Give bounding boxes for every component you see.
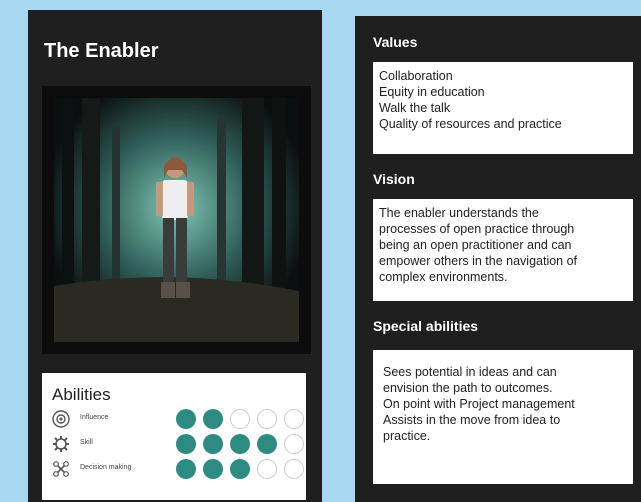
level-dot-filled	[203, 434, 223, 454]
vision-box: The enabler understands the processes of…	[373, 199, 633, 301]
special-line: Assists in the move from idea to	[383, 413, 561, 427]
vision-heading: Vision	[373, 171, 415, 187]
character-card: The Enabler Abilities Influence Skill De…	[28, 10, 322, 502]
level-dot-filled	[176, 459, 196, 479]
vision-line: empower others in the navigation of	[379, 254, 578, 268]
special-abilities-heading: Special abilities	[373, 318, 479, 334]
level-dot-filled	[257, 434, 277, 454]
level-dot-filled	[176, 434, 196, 454]
skill-icon	[52, 435, 70, 453]
level-dot-empty	[257, 459, 277, 479]
card-title: The Enabler	[44, 40, 159, 62]
ability-label: Decision making	[80, 464, 132, 471]
ability-label: Skill	[80, 439, 93, 446]
values-line: Walk the talk	[379, 101, 451, 115]
level-dot-empty	[230, 409, 250, 429]
influence-icon	[52, 410, 70, 428]
ability-level-rating	[176, 434, 304, 454]
ability-row-influence: Influence	[52, 409, 304, 431]
level-dot-empty	[257, 409, 277, 429]
ability-row-skill: Skill	[52, 434, 304, 456]
level-dot-empty	[284, 434, 304, 454]
level-dot-filled	[230, 434, 250, 454]
special-line: envision the path to outcomes.	[383, 381, 553, 395]
decision-icon	[52, 460, 70, 478]
character-portrait	[42, 86, 311, 354]
abilities-panel: Abilities Influence Skill Decision makin…	[42, 373, 306, 500]
vision-line: processes of open practice through	[379, 222, 575, 236]
values-line: Quality of resources and practice	[379, 117, 562, 131]
special-abilities-box: Sees potential in ideas and can envision…	[373, 350, 633, 484]
special-line: Sees potential in ideas and can	[383, 365, 557, 379]
special-line: practice.	[383, 429, 431, 443]
forest-character-illustration	[54, 98, 299, 342]
special-line: On point with Project management	[383, 397, 575, 411]
level-dot-filled	[176, 409, 196, 429]
ability-level-rating	[176, 409, 304, 429]
level-dot-filled	[230, 459, 250, 479]
ability-level-rating	[176, 459, 304, 479]
vision-line: being an open practitioner and can	[379, 238, 572, 252]
values-line: Collaboration	[379, 69, 453, 83]
level-dot-empty	[284, 409, 304, 429]
abilities-heading: Abilities	[52, 385, 111, 404]
values-heading: Values	[373, 34, 418, 50]
level-dot-filled	[203, 409, 223, 429]
values-line: Equity in education	[379, 85, 485, 99]
vision-line: complex environments.	[379, 270, 508, 284]
values-box: Collaboration Equity in education Walk t…	[373, 62, 633, 154]
vision-line: The enabler understands the	[379, 206, 539, 220]
details-card: Values Collaboration Equity in education…	[355, 16, 641, 502]
ability-row-decision-making: Decision making	[52, 459, 304, 481]
ability-label: Influence	[80, 414, 109, 421]
level-dot-filled	[203, 459, 223, 479]
level-dot-empty	[284, 459, 304, 479]
